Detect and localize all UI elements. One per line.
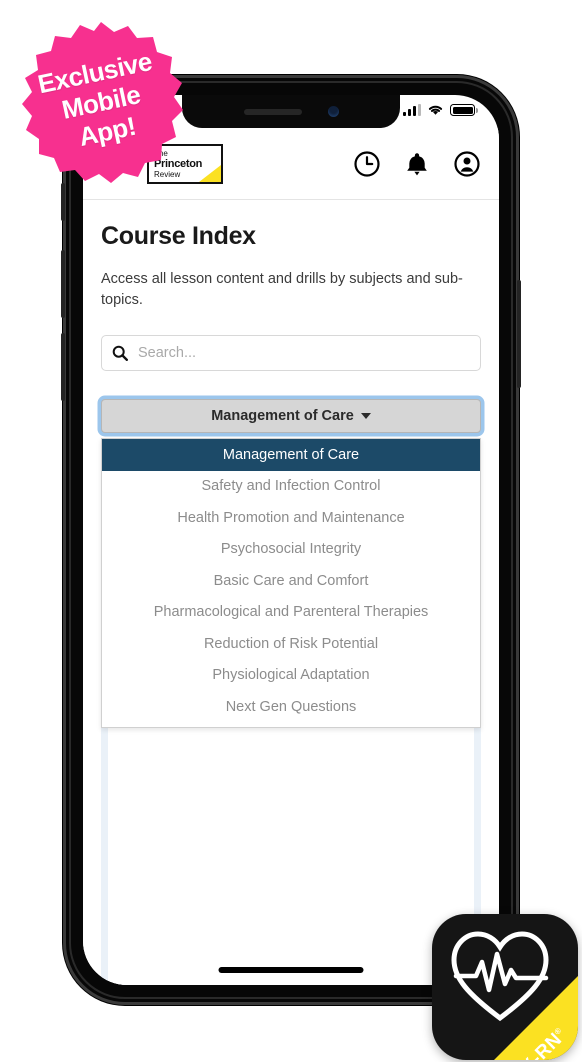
home-indicator-bar[interactable]	[218, 967, 364, 973]
nclex-rn-app-icon[interactable]: NCLEX-RN®	[432, 914, 578, 1060]
heart-pulse-icon	[451, 931, 549, 1022]
phone-notch	[182, 95, 400, 128]
chevron-down-icon	[360, 413, 371, 419]
app-body: Course Index Access all lesson content a…	[83, 200, 499, 985]
phone-device: The Princeton Review	[61, 75, 521, 1005]
phone-screen: The Princeton Review	[83, 95, 499, 985]
logo-accent-triangle	[199, 164, 221, 182]
silent-switch-button[interactable]	[61, 183, 65, 221]
select-option[interactable]: Management of Care	[102, 439, 480, 471]
select-option[interactable]: Psychosocial Integrity	[102, 534, 480, 566]
earpiece-speaker-icon	[243, 108, 302, 115]
volume-up-button[interactable]	[61, 250, 65, 318]
front-camera-icon	[327, 106, 339, 117]
select-option[interactable]: Physiological Adaptation	[102, 660, 480, 692]
select-option[interactable]: Pharmacological and Parenteral Therapies	[102, 597, 480, 629]
power-button[interactable]	[517, 280, 521, 388]
promo-composition: The Princeton Review	[0, 0, 582, 1062]
bell-icon[interactable]	[403, 150, 431, 178]
header-icon-group	[353, 150, 481, 178]
volume-down-button[interactable]	[61, 333, 65, 401]
subject-select-button[interactable]: Management of Care	[101, 399, 481, 433]
exclusive-mobile-app-badge: Exclusive Mobile App!	[17, 18, 185, 186]
subject-select-wrapper: Management of Care Management of Care Sa…	[101, 399, 481, 728]
select-option[interactable]: Basic Care and Comfort	[102, 565, 480, 597]
account-icon[interactable]	[453, 150, 481, 178]
clock-icon[interactable]	[353, 150, 381, 178]
wifi-icon	[428, 105, 443, 115]
subject-select-menu[interactable]: Management of Care Safety and Infection …	[101, 438, 481, 728]
select-option[interactable]: Health Promotion and Maintenance	[102, 502, 480, 534]
page-title: Course Index	[101, 222, 256, 250]
starburst-shape	[22, 22, 183, 183]
battery-full-icon	[450, 104, 478, 116]
select-option[interactable]: Next Gen Questions	[102, 691, 480, 723]
select-option[interactable]: Reduction of Risk Potential	[102, 628, 480, 660]
cellular-signal-icon	[403, 104, 421, 116]
status-bar	[403, 103, 478, 116]
select-option[interactable]: Safety and Infection Control	[102, 471, 480, 503]
page-description: Access all lesson content and drills by …	[101, 271, 463, 308]
search-field[interactable]	[101, 335, 481, 371]
subject-select-label: Management of Care	[211, 408, 354, 424]
search-icon	[112, 345, 128, 361]
search-input[interactable]	[138, 345, 470, 361]
